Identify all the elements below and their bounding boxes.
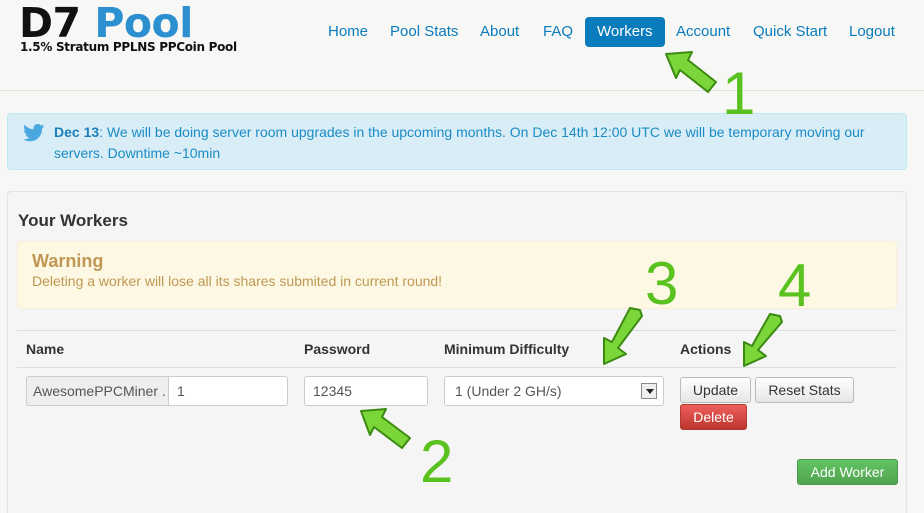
- main-nav: Home Pool Stats About FAQ Workers Accoun…: [0, 17, 924, 47]
- nav-workers[interactable]: Workers: [585, 17, 665, 47]
- nav-about[interactable]: About: [468, 17, 531, 47]
- nav-quick-start[interactable]: Quick Start: [741, 17, 839, 47]
- nav-home[interactable]: Home: [316, 17, 380, 47]
- nav-account[interactable]: Account: [664, 17, 742, 47]
- col-difficulty: Minimum Difficulty: [444, 341, 570, 357]
- annotation-4: 4: [778, 252, 812, 319]
- annotation-arrow-2: [360, 408, 411, 449]
- header-divider: [0, 90, 924, 91]
- warning-text: Deleting a worker will lose all its shar…: [32, 273, 443, 289]
- annotation-1: 1: [722, 60, 756, 127]
- announcement-text: : We will be doing server room upgrades …: [54, 124, 865, 161]
- nav-logout[interactable]: Logout: [837, 17, 907, 47]
- chevron-down-icon: [641, 383, 657, 399]
- nav-faq[interactable]: FAQ: [531, 17, 585, 47]
- annotation-arrow-4: [743, 313, 783, 367]
- annotation-2: 2: [420, 428, 454, 495]
- panel-title: Your Workers: [18, 211, 128, 230]
- col-password: Password: [304, 341, 371, 357]
- update-button[interactable]: Update: [680, 377, 751, 403]
- announcement-alert: Dec 13: We will be doing server room upg…: [7, 113, 907, 170]
- difficulty-select[interactable]: 1 (Under 2 GH/s): [444, 376, 664, 406]
- col-name: Name: [26, 341, 65, 357]
- announcement-date: Dec 13: [54, 124, 100, 140]
- worker-name-input[interactable]: 1: [168, 376, 288, 406]
- annotation-3: 3: [645, 250, 679, 317]
- reset-stats-button[interactable]: Reset Stats: [755, 377, 854, 403]
- warning-title: Warning: [32, 251, 104, 271]
- twitter-icon: [23, 124, 45, 142]
- annotation-arrow-1: [665, 51, 717, 93]
- annotation-arrow-3: [603, 307, 643, 365]
- delete-button[interactable]: Delete: [680, 404, 747, 430]
- difficulty-value: 1 (Under 2 GH/s): [455, 383, 562, 399]
- worker-name-prefix: AwesomePPCMiner .: [26, 376, 168, 406]
- col-actions: Actions: [680, 341, 732, 357]
- worker-password-input[interactable]: 12345: [304, 376, 428, 406]
- warning-alert: Warning Deleting a worker will lose all …: [17, 241, 897, 309]
- add-worker-button[interactable]: Add Worker: [797, 459, 898, 485]
- nav-pool-stats[interactable]: Pool Stats: [378, 17, 470, 47]
- header: D7 Pool 1.5% Stratum PPLNS PPCoin Pool H…: [0, 0, 924, 90]
